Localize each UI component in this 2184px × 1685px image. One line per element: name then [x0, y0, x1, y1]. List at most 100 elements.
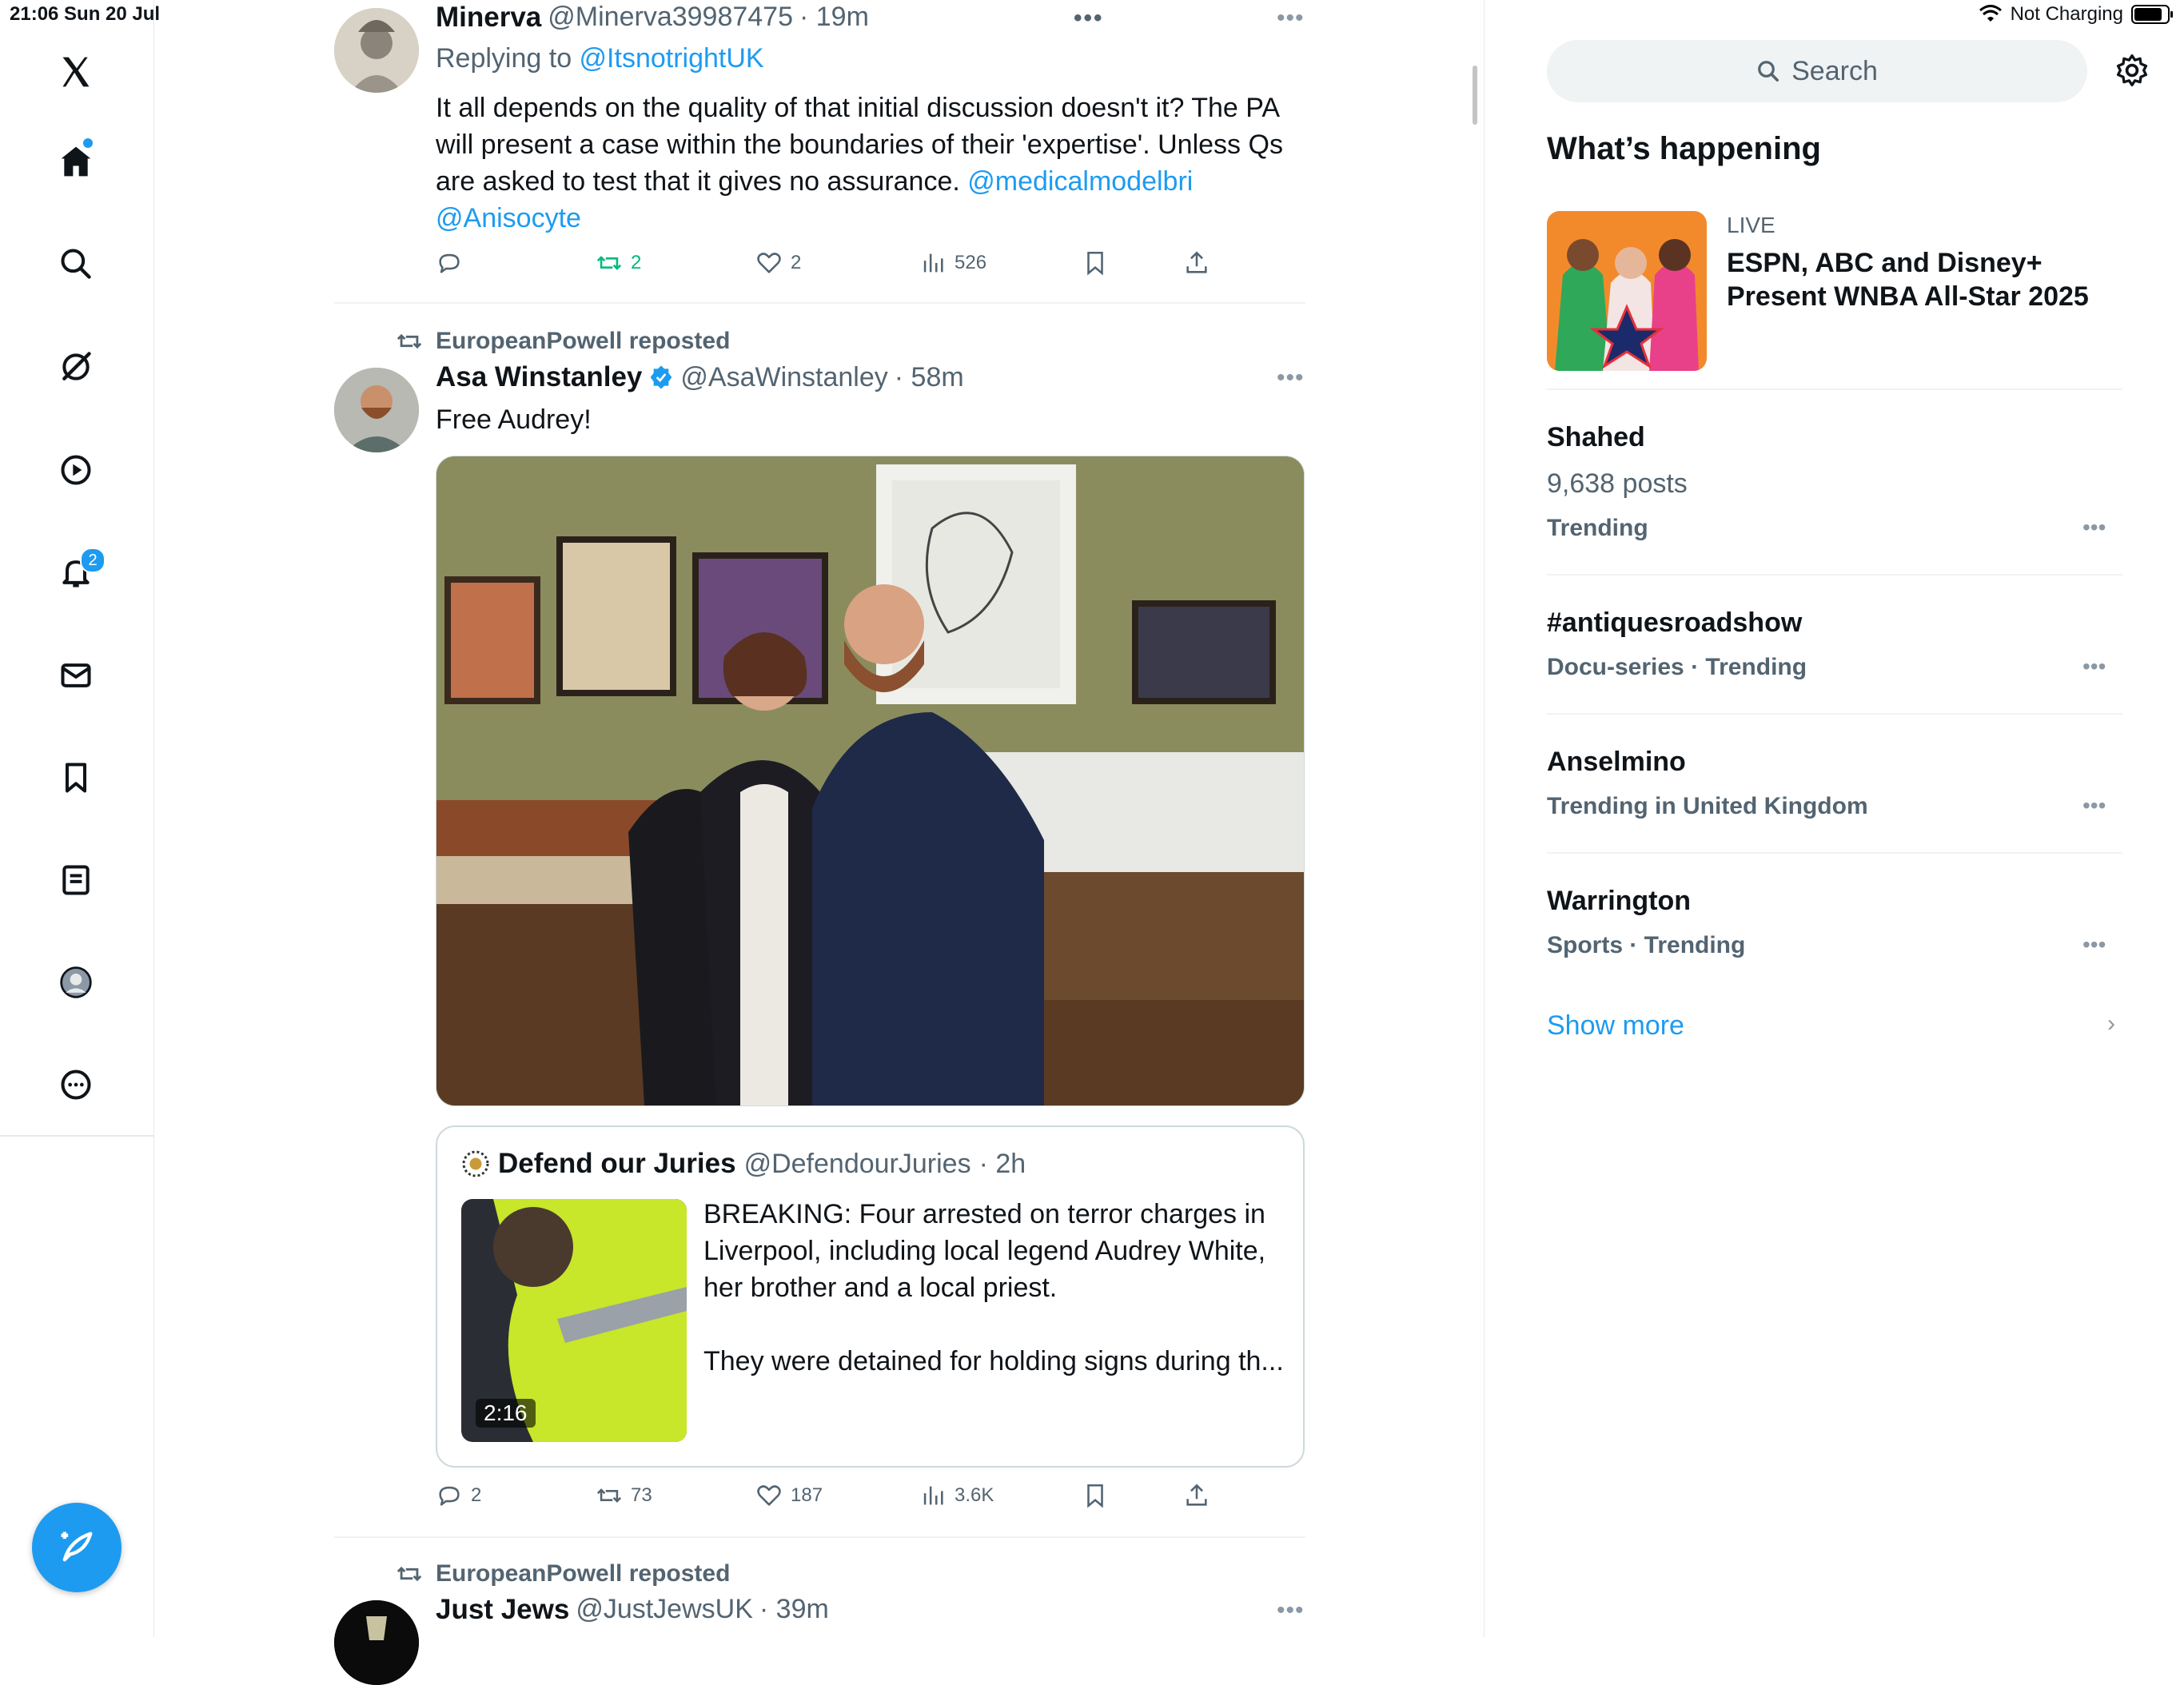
quote-header: Defend our Juries @DefendourJuries · 2h: [461, 1148, 1026, 1180]
feed-scrollbar[interactable]: [1473, 66, 1477, 125]
repost-label[interactable]: EuropeanPowell reposted: [436, 328, 730, 355]
trend-more-icon[interactable]: •••: [2082, 932, 2106, 958]
grok-icon[interactable]: [48, 339, 104, 395]
tweet-text-line: It all depends on the quality of that in…: [436, 93, 1281, 123]
author-handle[interactable]: @JustJewsUK: [576, 1594, 753, 1626]
search-placeholder: Search: [1791, 55, 1878, 86]
reply-button[interactable]: 2: [436, 1482, 481, 1509]
live-event-thumbnail[interactable]: [1547, 211, 1707, 371]
author-name[interactable]: Just Jews: [436, 1594, 569, 1626]
views-button[interactable]: 526: [919, 249, 986, 277]
bookmark-button[interactable]: [1082, 249, 1109, 277]
tweet-text: It all depends on the quality of that in…: [436, 90, 1307, 237]
trend-more-icon[interactable]: •••: [2082, 515, 2106, 540]
search-box[interactable]: Search: [1547, 40, 2087, 102]
tweet-text-line: are asked to test that it gives no assur…: [436, 163, 1307, 200]
share-icon: [1186, 1484, 1207, 1506]
repost-indicator: EuropeanPowell reposted: [396, 1560, 730, 1587]
like-button[interactable]: 2: [755, 249, 801, 277]
x-logo-icon[interactable]: [48, 44, 104, 100]
notifications-icon[interactable]: 2: [48, 544, 106, 600]
bookmark-button[interactable]: [1082, 1482, 1109, 1509]
mention-link[interactable]: @Anisocyte: [436, 200, 1307, 237]
tweet-text-part: are asked to test that it gives no assur…: [436, 166, 968, 197]
trend-more-icon[interactable]: •••: [2082, 793, 2106, 819]
trend-divider: [1547, 852, 2122, 854]
trend-title[interactable]: Shahed: [1547, 422, 1645, 453]
lists-icon[interactable]: [48, 852, 104, 908]
avatar[interactable]: [334, 8, 419, 93]
avatar[interactable]: [334, 368, 419, 452]
tweet-more-icon[interactable]: •••: [1277, 364, 1305, 392]
tweet-divider: [334, 1536, 1305, 1538]
mention-link[interactable]: @medicalmodelbri: [967, 166, 1193, 197]
trend-more-icon[interactable]: •••: [2082, 654, 2106, 679]
repost-count: 2: [631, 252, 642, 273]
quote-video-thumbnail[interactable]: 2:16: [461, 1199, 687, 1442]
view-count: 3.6K: [955, 1484, 994, 1506]
author-name[interactable]: Minerva: [436, 2, 541, 34]
tweet-divider: [334, 302, 1305, 304]
more-options-icon[interactable]: [48, 1057, 104, 1113]
reply-button[interactable]: [436, 249, 463, 277]
quote-text-gap: [703, 1306, 1295, 1343]
tweet-time[interactable]: · 19m: [799, 2, 869, 34]
repost-icon: [397, 1566, 422, 1582]
like-count: 2: [791, 252, 802, 273]
repost-icon: [397, 333, 422, 349]
views-button[interactable]: 3.6K: [919, 1482, 994, 1509]
feather-compose-icon: [61, 1532, 93, 1562]
bookmark-icon: [1087, 251, 1103, 276]
profile-avatar-icon[interactable]: [48, 954, 104, 1010]
messages-icon[interactable]: [48, 647, 104, 703]
views-chart-icon: [923, 1486, 943, 1505]
replying-to-link[interactable]: @ItsnotrightUK: [580, 43, 764, 74]
videos-icon[interactable]: [48, 442, 104, 498]
trend-title[interactable]: Warrington: [1547, 886, 1691, 917]
reply-icon: [439, 253, 460, 273]
share-icon: [1186, 251, 1207, 273]
home-icon[interactable]: [48, 133, 104, 189]
tweet-photo[interactable]: [436, 456, 1305, 1106]
share-button[interactable]: [1183, 249, 1210, 277]
quote-text-line: Liverpool, including local legend Audrey…: [703, 1236, 1266, 1266]
like-button[interactable]: 187: [755, 1482, 823, 1509]
compose-button[interactable]: [32, 1503, 122, 1592]
quote-tweet[interactable]: Defend our Juries @DefendourJuries · 2h …: [436, 1125, 1305, 1468]
quote-author-handle[interactable]: @DefendourJuries: [744, 1149, 971, 1180]
author-name[interactable]: Asa Winstanley: [436, 361, 642, 393]
avatar[interactable]: [334, 1600, 419, 1685]
tweet-more-icon[interactable]: •••: [1277, 1597, 1305, 1624]
repost-button[interactable]: 73: [596, 1482, 652, 1509]
quote-author-name[interactable]: Defend our Juries: [498, 1148, 736, 1180]
chevron-right-icon[interactable]: ›: [2107, 1010, 2115, 1038]
trend-category: Sports · Trending: [1547, 932, 1746, 958]
show-more-link[interactable]: Show more: [1547, 1010, 1684, 1042]
tweet-time[interactable]: · 58m: [895, 362, 964, 393]
reply-icon: [439, 1486, 460, 1506]
video-duration: 2:16: [476, 1399, 536, 1428]
trend-divider: [1547, 388, 2122, 390]
trend-title[interactable]: #antiquesroadshow: [1547, 607, 1802, 639]
repost-count: 73: [631, 1484, 652, 1506]
tweet-text: Free Audrey!: [436, 404, 592, 435]
live-title[interactable]: ESPN, ABC and Disney+ Present WNBA All-S…: [1727, 246, 2089, 313]
author-handle[interactable]: @AsaWinstanley: [680, 362, 887, 393]
rail-divider: [0, 1135, 153, 1137]
repost-button[interactable]: 2: [596, 249, 641, 277]
explore-icon[interactable]: [48, 236, 104, 292]
trend-divider: [1547, 713, 2122, 715]
author-handle[interactable]: @Minerva39987475: [548, 2, 793, 34]
repost-indicator: EuropeanPowell reposted: [396, 328, 730, 355]
tweet-time[interactable]: · 39m: [759, 1594, 829, 1626]
live-title-line: Present WNBA All-Star 2025: [1727, 281, 2089, 312]
bookmarks-icon[interactable]: [48, 750, 104, 806]
search-icon: [1758, 61, 1779, 82]
repost-label[interactable]: EuropeanPowell reposted: [436, 1560, 730, 1587]
share-button[interactable]: [1183, 1482, 1210, 1509]
tweet-more-icon[interactable]: •••: [1277, 5, 1305, 32]
settings-gear-icon[interactable]: [2114, 53, 2150, 88]
left-nav-rail: 2: [0, 0, 154, 1637]
trend-title[interactable]: Anselmino: [1547, 747, 1686, 778]
top-more-indicator: •••: [1074, 5, 1104, 31]
